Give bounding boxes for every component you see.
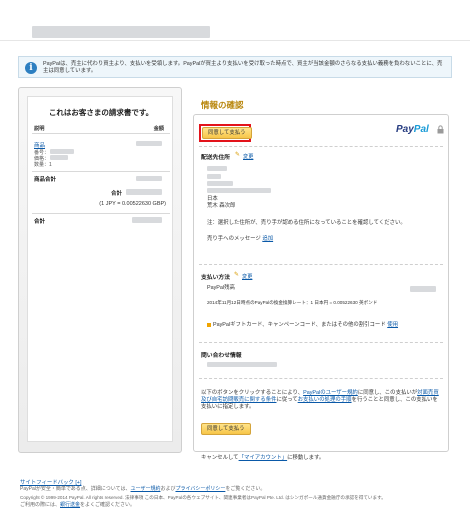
total-label: 合計 — [110, 191, 122, 197]
redacted-item-price — [50, 155, 68, 160]
site-feedback-link[interactable]: サイトフィードバック [+] — [20, 478, 81, 486]
redacted-payment-amount — [410, 286, 436, 292]
shipping-edit-link[interactable]: 変更 — [243, 153, 253, 160]
redacted-subtotal — [136, 176, 162, 181]
redacted-item-number — [50, 149, 74, 154]
bank-transfer-link[interactable]: 銀行送金 — [60, 502, 80, 508]
contact-title: 問い合わせ情報 — [201, 353, 242, 359]
user-agreement-link[interactable]: PayPalのユーザー規約 — [303, 390, 358, 396]
exchange-rate: (1 JPY = 0.00522630 GBP) — [99, 201, 166, 207]
item-quantity: 数量：1 — [34, 162, 52, 168]
agreement-text: 以下のボタンをクリックすることにより、PayPalのユーザー規約に同意し、この支… — [201, 390, 439, 410]
seller-message: 売り手へのメッセージ 追加 — [207, 236, 273, 243]
consumer-notice: ご利用の際には、銀行送金をよくご確認ください。 — [20, 502, 136, 508]
info-notice: i PayPalは、売主に代わり買主より、支払いを受領します。PayPalが買主… — [18, 56, 452, 78]
shipping-name: 荒木 森次郎 — [207, 203, 236, 209]
redacted-item-amount — [136, 141, 162, 146]
use-gift-code-link[interactable]: 使用 — [387, 322, 398, 328]
payment-method: PayPal残高 — [207, 285, 235, 291]
grand-total-label: 合計 — [34, 219, 46, 225]
redacted-site-title — [32, 26, 210, 38]
section-divider — [199, 378, 443, 379]
order-summary-panel: これはお客さまの請求書です。 説明 金額 商品 番号： 価格： 数量：1 商品合… — [18, 87, 182, 453]
user-agreement-footer-link[interactable]: ユーザー規約 — [131, 486, 161, 492]
summary-title: これはお客さまの請求書です。 — [48, 108, 154, 117]
privacy-policy-link[interactable]: プライバシーポリシー — [175, 486, 225, 492]
section-divider — [199, 342, 443, 343]
seller-message-label: 売り手へのメッセージ — [207, 236, 261, 242]
section-divider — [199, 146, 443, 147]
cancel-text: キャンセルして「マイアカウント」に移動します。 — [201, 455, 325, 461]
pencil-icon: ✎ — [235, 152, 241, 158]
section-divider — [199, 264, 443, 265]
redacted-grand-total — [132, 217, 162, 223]
redacted-address-line — [207, 188, 271, 193]
agree-and-pay-button-top[interactable]: 同意して支払う — [202, 127, 252, 139]
redacted-contact-email — [207, 362, 277, 367]
payment-title: 支払い方法 — [201, 275, 230, 281]
payment-procedure-link[interactable]: お支払いの処理の手順 — [298, 397, 352, 403]
notice-text: PayPalは、売主に代わり買主より、支払いを受領します。PayPalが買主より… — [43, 61, 443, 74]
privacy-notice: PayPalが安全・簡単である点、詳細については、ユーザー規約およびプライバシー… — [20, 486, 266, 492]
add-message-link[interactable]: 追加 — [262, 236, 273, 242]
pencil-icon: ✎ — [234, 272, 240, 278]
column-description: 説明 — [34, 126, 45, 132]
copyright: Copyright © 1999-2014 PayPal. All rights… — [20, 495, 386, 500]
shipping-title: 配送先住所 — [201, 155, 230, 161]
shipping-country: 日本 — [207, 196, 218, 202]
header-divider — [0, 40, 470, 41]
column-amount: 金額 — [153, 126, 164, 132]
redacted-address-line — [207, 181, 233, 186]
info-icon: i — [25, 62, 37, 74]
lock-icon — [437, 125, 444, 134]
redacted-address-line — [207, 166, 227, 171]
item-name-link[interactable]: 商品 — [34, 141, 45, 149]
site-header — [20, 10, 450, 40]
order-summary-card: これはお客さまの請求書です。 説明 金額 商品 番号： 価格： 数量：1 商品合… — [27, 96, 173, 442]
gift-code: PayPalギフトカード、キャンペーンコード、またはその他の割引コード 使用 — [207, 322, 398, 329]
paypal-logo: PayPal — [396, 124, 429, 135]
page-title: 情報の確認 — [201, 100, 244, 110]
agree-and-pay-button-bottom[interactable]: 同意して支払う — [201, 423, 251, 435]
summary-divider — [32, 213, 170, 214]
conversion-rate: 2014年11月12日時点のPayPalの換金換算レート：1 日本円 = 0.0… — [207, 300, 378, 305]
redacted-total — [126, 189, 162, 195]
gift-bullet-icon — [207, 322, 211, 327]
gift-code-text: PayPalギフトカード、キャンペーンコード、またはその他の割引コード — [213, 322, 386, 328]
redacted-address-line — [207, 174, 221, 179]
subtotal-label: 商品合計 — [34, 177, 57, 183]
shipping-note: 注：選択した住所が、売り手が認める住所になっていることを確認してください。 — [207, 220, 406, 226]
my-account-link[interactable]: 「マイアカウント」 — [239, 455, 288, 461]
payment-edit-link[interactable]: 変更 — [242, 273, 252, 280]
summary-divider — [32, 171, 170, 172]
summary-divider — [32, 133, 170, 134]
